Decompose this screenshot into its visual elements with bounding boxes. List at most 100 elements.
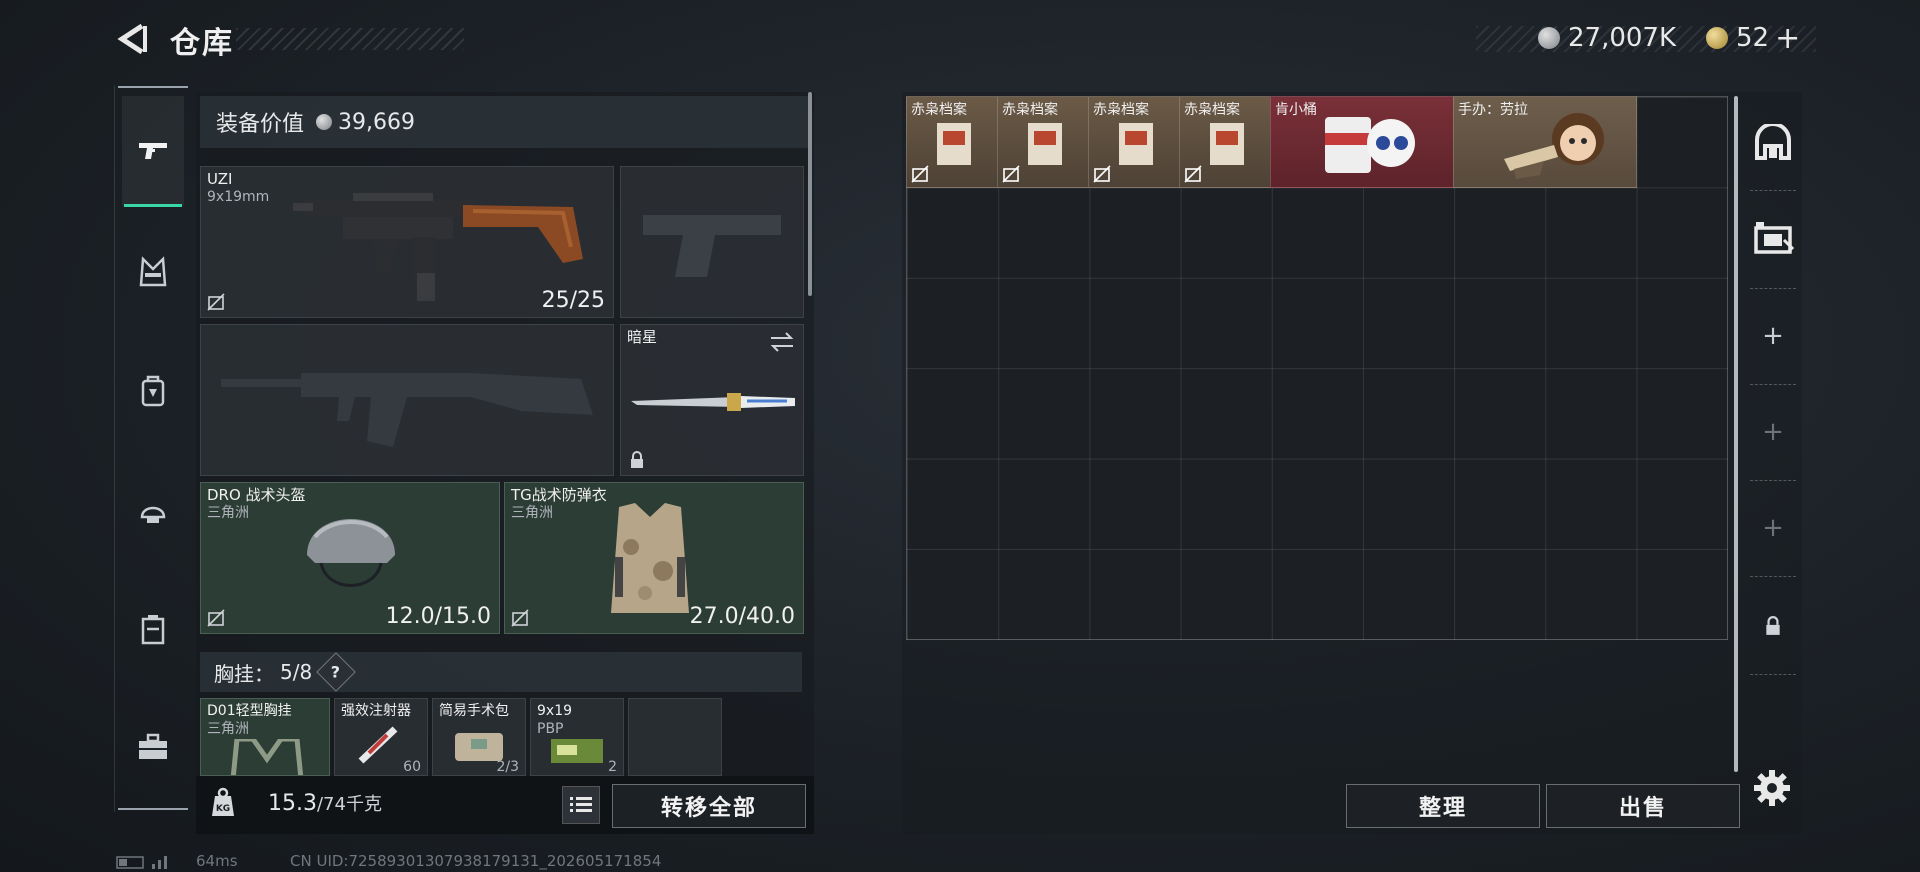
backpack-icon — [141, 375, 165, 407]
helmet-name: DRO 战术头盔 — [207, 486, 306, 504]
transfer-all-button[interactable]: 转移全部 — [612, 784, 806, 828]
nav-item-case[interactable] — [122, 574, 184, 684]
case-icon — [141, 615, 165, 645]
pistol-icon — [139, 143, 167, 159]
rig-item-name: 简易手术包 — [439, 703, 509, 719]
not-insured-icon — [1184, 165, 1202, 183]
silver-currency: 27,007K — [1538, 20, 1676, 56]
file-item-image — [1028, 123, 1062, 165]
equipment-value-label: 装备价值 — [216, 112, 305, 137]
nav-item-backpack[interactable] — [122, 336, 184, 446]
rig-item-name: 9x19 — [537, 703, 573, 719]
rig-slot-empty[interactable] — [628, 698, 722, 776]
item-name: 赤枭档案 — [1184, 102, 1240, 118]
equipment-scrollbar[interactable] — [808, 92, 812, 296]
armor-brand: 三角洲 — [511, 505, 553, 521]
add-storage-tab-disabled[interactable]: + — [1746, 402, 1800, 462]
storage-item[interactable]: 赤枭档案 — [906, 96, 998, 188]
storage-tab-main[interactable] — [1746, 114, 1800, 174]
help-icon: ? — [331, 662, 341, 682]
not-insured-icon — [1093, 165, 1111, 183]
storage-tab-case[interactable] — [1746, 208, 1800, 268]
item-name: 赤枭档案 — [1002, 102, 1058, 118]
secondary-weapon-slot[interactable] — [200, 324, 614, 476]
nav-divider — [118, 808, 188, 810]
nav-item-rig[interactable] — [122, 218, 184, 328]
pistol-silhouette-icon — [643, 215, 781, 277]
list-view-button[interactable] — [562, 786, 600, 824]
gold-currency[interactable]: 52 + — [1706, 20, 1800, 56]
ping-readout: 64ms — [196, 852, 238, 870]
armor-slot[interactable]: TG战术防弹衣 三角洲 27.0/40.0 — [504, 482, 804, 634]
nav-divider — [118, 86, 188, 88]
helmet-icon — [140, 506, 166, 523]
add-storage-tab[interactable]: + — [1746, 306, 1800, 366]
helmet-slot[interactable]: DRO 战术头盔 三角洲 12.0/15.0 — [200, 482, 500, 634]
nav-item-toolbox[interactable] — [122, 692, 184, 802]
max-weight: /74千克 — [316, 794, 382, 815]
rig-item-count: 2/3 — [496, 759, 519, 775]
armor-durability: 27.0/40.0 — [689, 604, 795, 629]
case-tab-icon — [1754, 222, 1794, 254]
not-insured-icon — [207, 293, 225, 311]
lock-icon — [631, 451, 643, 468]
side-rail-divider — [1750, 190, 1796, 191]
nav-item-weapons[interactable] — [122, 96, 184, 206]
rig-item-count: 2 — [608, 759, 617, 775]
side-rail-divider — [1750, 480, 1796, 481]
side-rail-divider — [1750, 288, 1796, 289]
toolbox-icon — [139, 733, 167, 759]
storage-item[interactable]: 赤枭档案 — [1179, 96, 1271, 188]
figure-lara-image — [1504, 113, 1604, 179]
sort-button[interactable]: 整理 — [1346, 784, 1540, 828]
storage-item[interactable]: 手办：劳拉 — [1453, 96, 1637, 188]
equipment-value-bar: 装备价值 39,669 — [200, 96, 808, 148]
not-insured-icon — [511, 609, 529, 627]
weapon-name: UZI — [207, 170, 233, 188]
add-gold-button[interactable]: + — [1775, 21, 1800, 56]
rig-item-name: D01轻型胸挂 — [207, 703, 292, 719]
storage-item[interactable]: 赤枭档案 — [1088, 96, 1180, 188]
weapon-caliber: 9x19mm — [207, 189, 270, 205]
helmet-brand: 三角洲 — [207, 505, 249, 521]
side-rail-divider — [1750, 384, 1796, 385]
armor-name: TG战术防弹衣 — [511, 486, 607, 504]
current-weight: 15.3 — [268, 791, 317, 816]
storage-item[interactable]: 肯小桶 — [1270, 96, 1454, 188]
battery-signal-icon — [116, 856, 167, 869]
page-title: 仓库 — [170, 26, 234, 61]
storage-item[interactable]: 赤枭档案 — [997, 96, 1089, 188]
storage-scrollbar[interactable] — [1734, 96, 1738, 772]
silver-coin-icon — [316, 114, 333, 130]
syringe-image — [358, 726, 398, 764]
pistol-slot[interactable] — [620, 166, 804, 318]
nav-item-helmet[interactable] — [122, 456, 184, 566]
gear-icon[interactable] — [1752, 768, 1792, 808]
equipment-value: 39,669 — [338, 109, 415, 135]
help-button[interactable]: ? — [316, 652, 356, 692]
item-name: 赤枭档案 — [911, 102, 967, 118]
melee-slot[interactable]: 暗星 — [620, 324, 804, 476]
file-item-image — [1210, 123, 1244, 165]
back-arrow-icon[interactable] — [116, 22, 150, 56]
primary-weapon-slot[interactable]: UZI 9x19mm 25/25 — [200, 166, 614, 318]
locked-storage-tab[interactable] — [1746, 596, 1800, 656]
rig-slot-item[interactable]: 简易手术包 2/3 — [432, 698, 526, 776]
title-decoration — [236, 28, 464, 50]
chest-rig-header: 胸挂： 5/8 ? — [200, 652, 802, 692]
sell-button[interactable]: 出售 — [1546, 784, 1740, 828]
rig-slot-item[interactable]: 9x19 PBP 2 — [530, 698, 624, 776]
uid-readout: CN UID:7258930130793817913​1_20260517185… — [290, 852, 662, 870]
warehouse-icon — [1755, 124, 1791, 160]
rig-slot-item[interactable]: 强效注射器 60 — [334, 698, 428, 776]
not-insured-icon — [1002, 165, 1020, 183]
swap-icon[interactable] — [769, 331, 795, 353]
file-item-image — [937, 123, 971, 165]
chest-rig-image — [230, 739, 304, 775]
gold-amount: 52 — [1736, 23, 1770, 53]
helmet-durability: 12.0/15.0 — [385, 604, 491, 629]
add-storage-tab-disabled[interactable]: + — [1746, 498, 1800, 558]
uzi-rifle-image — [293, 193, 583, 301]
rig-slot-item[interactable]: D01轻型胸挂 三角洲 — [200, 698, 330, 776]
rig-item-name: 强效注射器 — [341, 703, 411, 719]
